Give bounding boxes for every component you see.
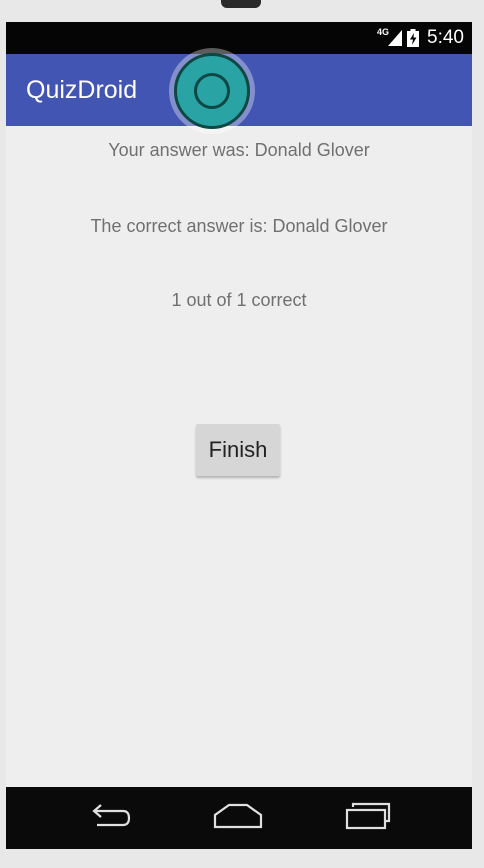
screen: 4G 5:40 QuizDroid Your answer was: Donal…: [6, 22, 472, 849]
device-notch: [221, 0, 261, 8]
status-icons: 4G 5:40: [377, 26, 464, 50]
recents-button[interactable]: [338, 800, 398, 836]
home-button[interactable]: [208, 800, 268, 836]
correct-answer-text: The correct answer is: Donald Glover: [90, 216, 388, 236]
back-button[interactable]: [78, 800, 138, 836]
back-icon: [85, 801, 131, 836]
network-type-label: 4G: [377, 27, 390, 37]
your-answer-text: Your answer was: Donald Glover: [108, 140, 370, 160]
status-clock: 5:40: [427, 27, 464, 48]
battery-charging-icon: [407, 29, 420, 47]
score-text: 1 out of 1 correct: [171, 290, 307, 310]
signal-icon: [388, 30, 403, 46]
app-title: QuizDroid: [26, 76, 138, 104]
device-frame: 4G 5:40 QuizDroid Your answer was: Donal…: [0, 0, 484, 868]
status-bar: 4G 5:40: [6, 22, 472, 54]
recents-icon: [345, 801, 391, 836]
touch-indicator: [169, 48, 255, 134]
touch-core: [194, 73, 230, 109]
touch-ring: [174, 53, 250, 129]
home-icon: [213, 801, 263, 836]
navigation-bar: [6, 787, 472, 849]
finish-button[interactable]: Finish: [196, 424, 280, 476]
